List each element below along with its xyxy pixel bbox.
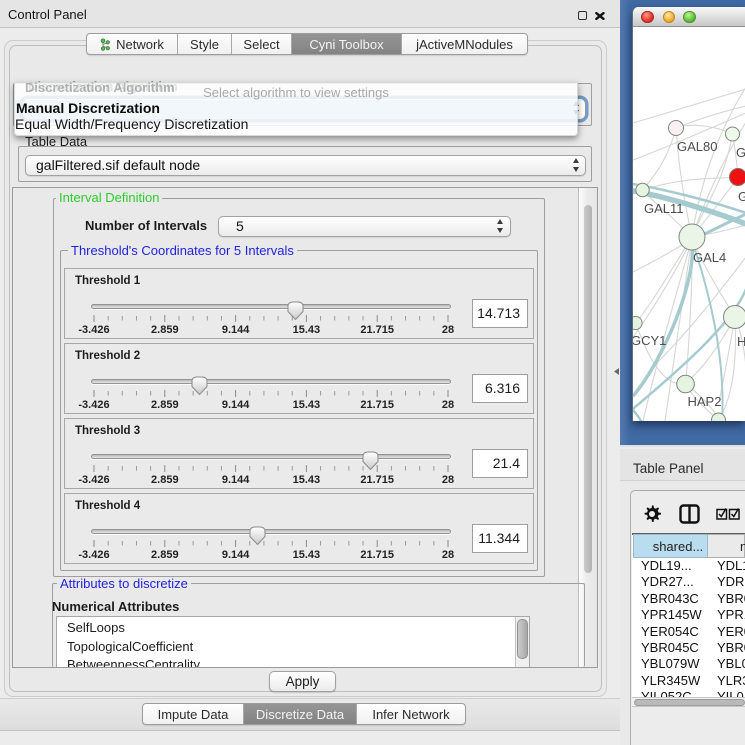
svg-text:GAL11: GAL11 <box>644 201 684 216</box>
svg-text:G: G <box>738 189 745 204</box>
svg-text:HAP2: HAP2 <box>688 394 722 409</box>
svg-text:GA: GA <box>736 145 745 160</box>
svg-text:GAL4: GAL4 <box>693 250 726 265</box>
svg-text:H: H <box>737 334 745 349</box>
svg-text:GAL80: GAL80 <box>677 139 717 154</box>
svg-text:GCY1: GCY1 <box>633 333 666 348</box>
